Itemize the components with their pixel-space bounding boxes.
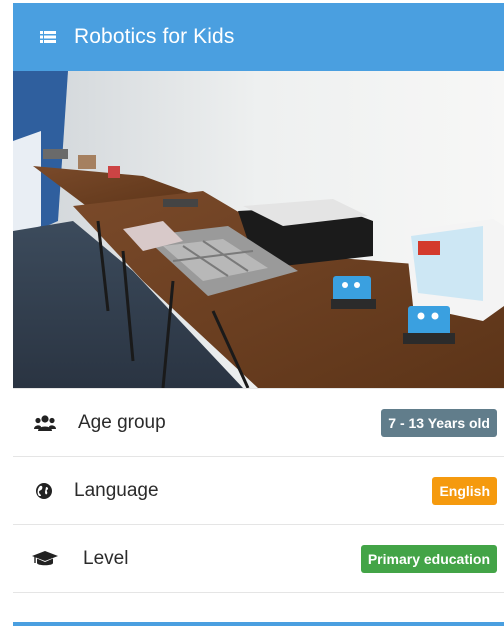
- course-photo: [13, 71, 504, 388]
- list-icon: [40, 30, 56, 44]
- card-title: Robotics for Kids: [74, 25, 235, 48]
- level-badge: Primary education: [360, 544, 497, 573]
- globe-icon: [35, 482, 53, 500]
- details-list: Age group 7 - 13 Years old Language Engl…: [13, 388, 504, 593]
- level-label: Level: [83, 547, 129, 569]
- language-label: Language: [74, 479, 159, 501]
- course-card: Robotics for Kids Age group 7 - 13 Years…: [13, 3, 504, 626]
- level-row: Level Primary education: [13, 525, 504, 593]
- graduation-cap-icon: [32, 550, 58, 568]
- users-icon: [34, 414, 56, 432]
- card-header: Robotics for Kids: [13, 3, 504, 71]
- age-group-row: Age group 7 - 13 Years old: [13, 389, 504, 457]
- language-badge: English: [432, 476, 497, 505]
- language-row: Language English: [13, 457, 504, 525]
- age-group-badge: 7 - 13 Years old: [381, 408, 497, 437]
- card-bottom-accent: [13, 622, 504, 626]
- age-group-label: Age group: [78, 411, 166, 433]
